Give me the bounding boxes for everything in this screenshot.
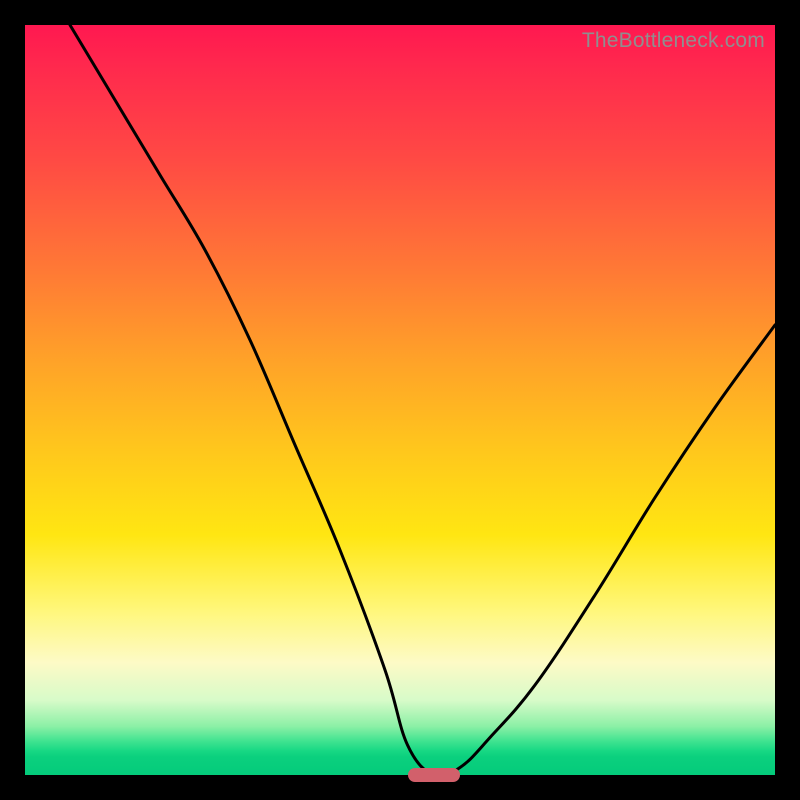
chart-frame: TheBottleneck.com — [0, 0, 800, 800]
bottleneck-curve — [25, 25, 775, 775]
plot-area: TheBottleneck.com — [25, 25, 775, 775]
optimum-marker — [408, 768, 461, 782]
watermark-text: TheBottleneck.com — [582, 29, 765, 53]
curve-path — [70, 25, 775, 775]
